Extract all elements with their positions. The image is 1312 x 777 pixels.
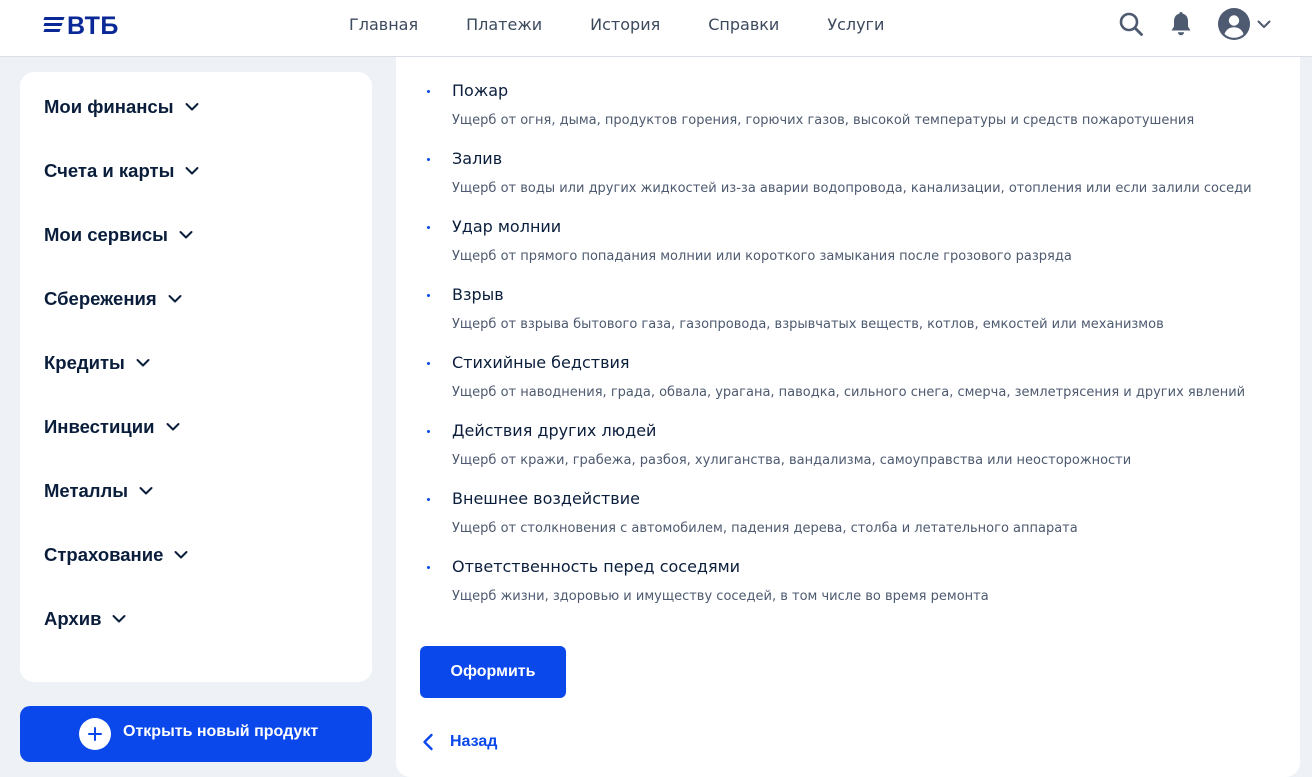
bullet-icon (427, 158, 430, 161)
vtb-logo[interactable]: ВТБ (43, 12, 119, 40)
logo-text: ВТБ (67, 12, 119, 40)
sidebar-item-insurance[interactable]: Страхование (44, 541, 189, 569)
nav-item-history[interactable]: История (590, 15, 660, 34)
list-item: Ответственность перед соседями Ущерб жиз… (426, 556, 1286, 624)
sidebar-item-label: Металлы (44, 480, 129, 501)
chevron-left-icon (423, 733, 433, 751)
sidebar-item-archive[interactable]: Архив (44, 605, 127, 633)
risk-title: Ответственность перед соседями (452, 557, 741, 576)
bullet-icon (427, 362, 430, 365)
nav-item-home[interactable]: Главная (349, 15, 418, 34)
risk-title: Действия других людей (452, 421, 657, 440)
logo-stripes-icon (43, 16, 65, 32)
risk-description: Ущерб от взрыва бытового газа, газопрово… (452, 317, 1164, 332)
sidebar-item-investments[interactable]: Инвестиции (44, 413, 181, 441)
main-nav: Главная Платежи История Справки Услуги (349, 0, 884, 48)
bullet-icon (427, 430, 430, 433)
sidebar-item-label: Сбережения (44, 288, 157, 309)
nav-item-payments[interactable]: Платежи (466, 15, 542, 34)
risk-description: Ущерб от воды или других жидкостей из-за… (452, 181, 1252, 196)
risk-title: Пожар (452, 81, 509, 100)
chevron-down-icon (166, 423, 179, 431)
chevron-down-icon (174, 551, 188, 559)
risk-title: Внешнее воздействие (452, 489, 640, 508)
open-new-product-label: Открыть новый продукт (123, 723, 319, 740)
chevron-down-icon (136, 359, 150, 367)
search-icon[interactable] (1118, 11, 1144, 37)
list-item: Пожар Ущерб от огня, дыма, продуктов гор… (426, 80, 1286, 148)
nav-item-statements[interactable]: Справки (708, 15, 779, 34)
sidebar-item-loans[interactable]: Кредиты (44, 349, 151, 377)
open-new-product-button[interactable]: Открыть новый продукт (20, 706, 372, 762)
bullet-icon (427, 294, 430, 297)
sidebar-item-label: Страхование (44, 544, 164, 565)
list-item: Стихийные бедствия Ущерб от наводнения, … (426, 352, 1286, 420)
risk-description: Ущерб от столкновения с автомобилем, пад… (452, 521, 1078, 536)
risk-title: Удар молнии (452, 217, 562, 236)
risk-description: Ущерб от кражи, грабежа, разбоя, хулиган… (452, 453, 1132, 468)
sidebar-item-metals[interactable]: Металлы (44, 477, 154, 505)
chevron-down-icon (185, 103, 199, 111)
sidebar-item-savings[interactable]: Сбережения (44, 285, 183, 313)
nav-item-services[interactable]: Услуги (827, 15, 884, 34)
plus-icon (79, 718, 111, 750)
risk-title: Стихийные бедствия (452, 353, 630, 372)
back-label: Назад (450, 733, 498, 750)
back-link[interactable]: Назад (422, 730, 497, 754)
sidebar-item-label: Инвестиции (44, 416, 155, 437)
profile-menu[interactable] (1218, 8, 1274, 40)
sidebar-item-my-finances[interactable]: Мои финансы (44, 93, 200, 121)
list-item: Взрыв Ущерб от взрыва бытового газа, газ… (426, 284, 1286, 352)
bell-icon[interactable] (1169, 11, 1193, 37)
chevron-down-icon (179, 231, 193, 239)
top-header: ВТБ Главная Платежи История Справки Услу… (0, 0, 1312, 57)
risk-title: Взрыв (452, 285, 504, 304)
sidebar-item-label: Счета и карты (44, 160, 175, 181)
list-item: Внешнее воздействие Ущерб от столкновени… (426, 488, 1286, 556)
chevron-down-icon (168, 295, 182, 303)
sidebar-item-label: Кредиты (44, 352, 125, 373)
sidebar-item-label: Мои сервисы (44, 224, 168, 245)
chevron-down-icon (1257, 20, 1271, 28)
chevron-down-icon (139, 487, 153, 495)
bullet-icon (427, 90, 430, 93)
list-item: Удар молнии Ущерб от прямого попадания м… (426, 216, 1286, 284)
list-item: Залив Ущерб от воды или других жидкостей… (426, 148, 1286, 216)
risk-description: Ущерб от наводнения, града, обвала, ураг… (452, 385, 1246, 400)
sidebar-item-my-services[interactable]: Мои сервисы (44, 221, 194, 249)
sidebar-item-label: Мои финансы (44, 96, 174, 117)
chevron-down-icon (112, 615, 126, 623)
sidebar-item-accounts-cards[interactable]: Счета и карты (44, 157, 200, 185)
risk-description: Ущерб жизни, здоровью и имуществу соседе… (452, 589, 989, 604)
submit-button[interactable]: Оформить (420, 646, 566, 698)
bullet-icon (427, 226, 430, 229)
list-item: Действия других людей Ущерб от кражи, гр… (426, 420, 1286, 488)
sidebar: Мои финансы Счета и карты Мои сервисы Сб… (20, 72, 372, 682)
chevron-down-icon (185, 167, 199, 175)
bullet-icon (427, 566, 430, 569)
risk-description: Ущерб от огня, дыма, продуктов горения, … (452, 113, 1195, 128)
risk-title: Залив (452, 149, 503, 168)
sidebar-item-label: Архив (44, 608, 102, 629)
insurance-risks-card: ​ Пожар Ущерб от огня, дыма, продуктов г… (396, 0, 1300, 777)
bullet-icon (427, 498, 430, 501)
risk-description: Ущерб от прямого попадания молнии или ко… (452, 249, 1072, 264)
user-avatar-icon (1218, 8, 1250, 40)
